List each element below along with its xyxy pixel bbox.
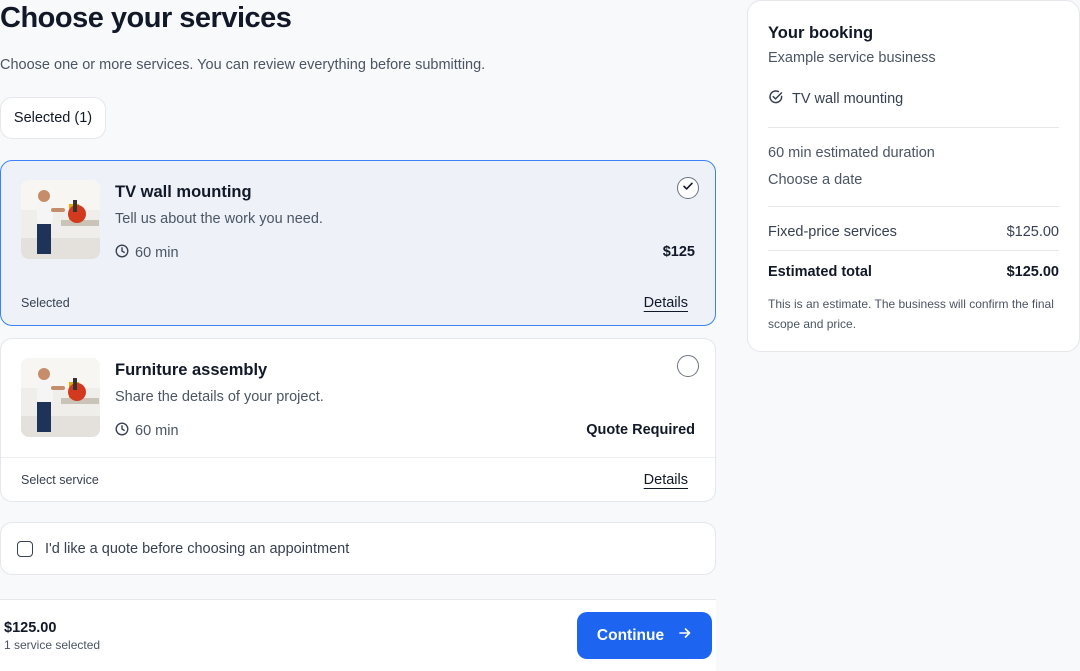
estimated-total-value: $125.00 bbox=[1006, 264, 1059, 280]
service-description: Share the details of your project. bbox=[115, 389, 324, 405]
quote-checkbox[interactable] bbox=[17, 540, 33, 557]
select-service-link[interactable]: Select service bbox=[21, 473, 99, 487]
summary-date-prompt: Choose a date bbox=[768, 172, 863, 188]
fixed-price-value: $125.00 bbox=[1006, 224, 1059, 240]
service-image bbox=[21, 358, 100, 437]
fixed-price-label: Fixed-price services bbox=[768, 224, 897, 240]
service-duration-row: 60 min bbox=[115, 422, 179, 440]
service-select-toggle[interactable] bbox=[677, 177, 699, 199]
service-card-footer: Select service Details bbox=[1, 457, 715, 501]
service-name: Furniture assembly bbox=[115, 361, 268, 379]
footer-selected-count: 1 service selected bbox=[4, 638, 101, 652]
selected-filter-chip[interactable]: Selected (1) bbox=[0, 97, 106, 139]
details-link[interactable]: Details bbox=[644, 295, 688, 311]
quote-option[interactable]: I'd like a quote before choosing an appo… bbox=[0, 522, 716, 575]
service-duration-row: 60 min bbox=[115, 244, 179, 262]
quote-checkbox-label[interactable]: I'd like a quote before choosing an appo… bbox=[45, 541, 349, 557]
summary-duration: 60 min estimated duration bbox=[768, 145, 935, 161]
footer-total: $125.00 bbox=[4, 620, 57, 636]
bottom-action-bar: $125.00 1 service selected Continue bbox=[0, 599, 716, 671]
summary-divider bbox=[768, 250, 1059, 251]
summary-divider bbox=[768, 206, 1059, 207]
details-link[interactable]: Details bbox=[644, 472, 688, 488]
page-title: Choose your services bbox=[0, 2, 292, 34]
service-duration: 60 min bbox=[135, 245, 179, 261]
summary-estimate-note: This is an estimate. The business will c… bbox=[768, 297, 1054, 331]
service-price: Quote Required bbox=[586, 422, 695, 438]
service-status: Selected bbox=[21, 296, 70, 310]
summary-fixed-price-row: Fixed-price services $125.00 bbox=[768, 224, 1059, 240]
arrow-right-icon bbox=[678, 626, 692, 645]
estimated-total-label: Estimated total bbox=[768, 264, 872, 280]
check-icon bbox=[682, 179, 694, 197]
service-card-tv-wall-mounting[interactable]: TV wall mounting Tell us about the work … bbox=[0, 160, 716, 326]
summary-business-name: Example service business bbox=[768, 50, 936, 66]
booking-summary-panel: Your booking Example service business TV… bbox=[747, 0, 1080, 352]
clock-icon bbox=[115, 244, 129, 262]
summary-total-row: Estimated total $125.00 bbox=[768, 264, 1059, 280]
summary-service-name: TV wall mounting bbox=[792, 91, 904, 107]
clock-icon bbox=[115, 422, 129, 440]
summary-service-item: TV wall mounting bbox=[768, 89, 903, 109]
service-price: $125 bbox=[662, 244, 695, 260]
check-circle-icon bbox=[768, 89, 784, 109]
summary-divider bbox=[768, 127, 1059, 128]
continue-label: Continue bbox=[596, 626, 665, 644]
continue-button[interactable]: Continue bbox=[577, 612, 712, 659]
service-name: TV wall mounting bbox=[115, 183, 252, 201]
service-card-footer: Selected Details bbox=[1, 281, 715, 325]
service-description: Tell us about the work you need. bbox=[115, 211, 323, 227]
service-card-furniture-assembly[interactable]: Furniture assembly Share the details of … bbox=[0, 338, 716, 502]
page-subtitle: Choose one or more services. You can rev… bbox=[0, 57, 486, 73]
summary-title: Your booking bbox=[768, 24, 874, 42]
service-duration: 60 min bbox=[135, 423, 179, 439]
service-image bbox=[21, 180, 100, 259]
service-select-toggle[interactable] bbox=[677, 355, 699, 377]
